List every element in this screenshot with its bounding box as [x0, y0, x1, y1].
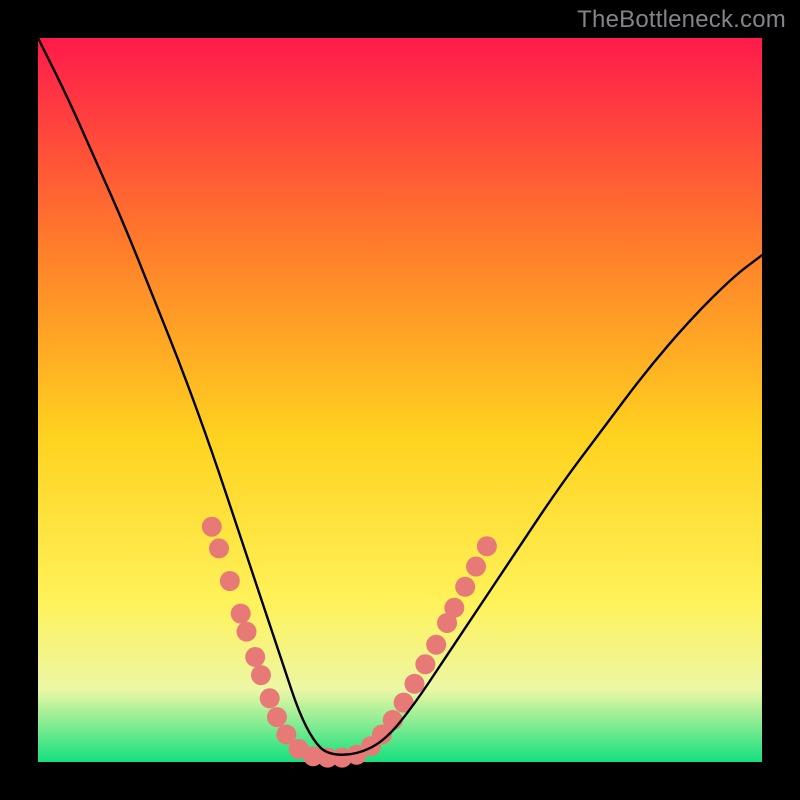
highlight-dot — [466, 557, 486, 577]
highlight-dot — [415, 654, 435, 674]
highlight-dot — [202, 517, 222, 537]
chart-stage: TheBottleneck.com — [0, 0, 800, 800]
highlight-dot — [260, 688, 280, 708]
highlight-dot — [245, 647, 265, 667]
watermark-text: TheBottleneck.com — [577, 6, 786, 34]
bottleneck-chart — [0, 0, 800, 800]
highlight-dot — [404, 674, 424, 694]
highlight-dot — [251, 665, 271, 685]
highlight-dot — [209, 538, 229, 558]
highlight-dot — [444, 598, 464, 618]
plot-background — [38, 38, 762, 762]
highlight-dot — [220, 571, 240, 591]
highlight-dot — [267, 707, 287, 727]
highlight-dot — [237, 622, 257, 642]
highlight-dot — [477, 536, 497, 556]
highlight-dot — [455, 577, 475, 597]
highlight-dot — [231, 604, 251, 624]
highlight-dot — [426, 635, 446, 655]
highlight-dot — [383, 710, 403, 730]
